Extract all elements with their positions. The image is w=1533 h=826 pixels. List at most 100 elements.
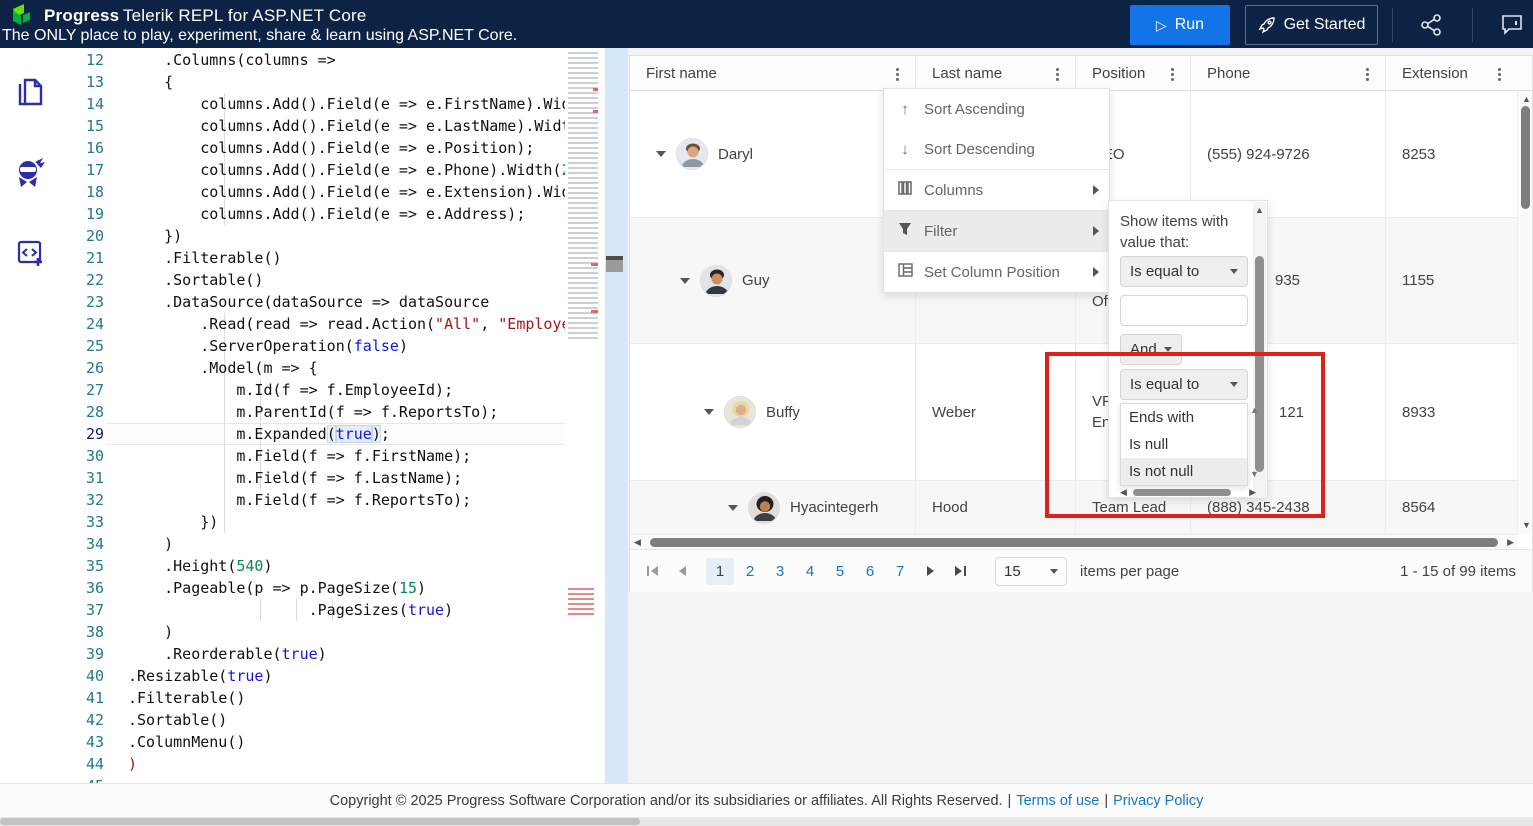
filter-operator2-dropdown[interactable]: Is equal to [1120,369,1248,400]
column-menu-icon[interactable] [1048,64,1066,84]
header-divider-2 [1472,8,1473,42]
menu-item-sort-ascending[interactable]: ↑ Sort Ascending [884,89,1109,129]
page-button-2[interactable]: 2 [736,558,764,585]
column-menu-icon[interactable] [1163,64,1181,84]
filter-value-input[interactable] [1120,295,1248,326]
privacy-policy-link[interactable]: Privacy Policy [1113,793,1203,809]
column-menu-icon[interactable] [1358,64,1376,84]
page-horizontal-scrollbar[interactable] [0,817,1533,826]
column-menu-icon[interactable] [1490,64,1508,84]
page-button-3[interactable]: 3 [766,558,794,585]
submenu-arrow-icon [1093,226,1099,236]
collapse-arrow-icon[interactable] [704,409,714,415]
scroll-thumb[interactable] [0,818,640,825]
filter-popup-scrollbar[interactable]: ▲ [1253,202,1266,498]
list-scroll-down-icon[interactable]: ▼ [1250,469,1259,479]
page-button-1[interactable]: 1 [706,558,734,585]
scroll-up-icon[interactable]: ▲ [1522,95,1531,104]
page-button-5[interactable]: 5 [826,558,854,585]
collapse-arrow-icon[interactable] [680,277,690,284]
option-is-null[interactable]: Is null [1121,431,1247,458]
line-number: 22 [85,271,104,289]
page-button-6[interactable]: 6 [856,558,884,585]
line-number: 32 [85,491,104,509]
code-line: .Filterable() [128,249,282,267]
filter-logic-dropdown[interactable]: And [1120,334,1182,365]
scroll-right-icon[interactable]: ▶ [1507,538,1514,547]
menu-item-filter[interactable]: Filter [884,211,1109,251]
editor-minimap[interactable] [565,48,605,783]
code-line: m.ParentId(f => f.ReportsTo); [128,403,499,421]
scroll-left-icon[interactable]: ◀ [1120,488,1127,497]
grid-vertical-scrollbar[interactable]: ▲ ▼ [1517,91,1532,534]
first-page-icon[interactable] [642,561,662,581]
line-numbers-gutter: 12 13 14 15 16 17 18 19 20 21 22 23 24 25 26 27 28 29 30 31… [60,49,106,783]
app-root: Progress Telerik REPL for ASP.NET Core T… [0,0,1533,826]
line-number: 25 [85,337,104,355]
terms-of-use-link[interactable]: Terms of use [1016,793,1099,809]
option-ends-with[interactable]: Ends with [1121,404,1247,431]
code-line: .Read(read => read.Action("All", "Employ… [128,315,565,333]
column-header-last-name[interactable]: Last name [916,56,1076,91]
code-line: columns.Add().Field(e => e.FirstName).Wi… [128,95,565,113]
line-number: 28 [85,403,104,421]
page-button-4[interactable]: 4 [796,558,824,585]
progress-logo-icon[interactable] [10,4,36,28]
column-header-position[interactable]: Position [1076,56,1191,91]
code-editor[interactable]: 12 13 14 15 16 17 18 19 20 21 22 23 24 25 26 27 28 29 30 31… [60,48,565,783]
run-button[interactable]: ▷ Run [1130,5,1230,45]
line-number: 27 [85,381,104,399]
first-name-cell: Guy [742,272,770,289]
extension-cell: 8253 [1402,145,1436,163]
chevron-down-icon [1230,269,1238,274]
copy-snippet-icon[interactable] [14,76,46,110]
scroll-thumb[interactable] [1255,256,1264,472]
list-scroll-up-icon[interactable]: ▲ [1250,405,1259,415]
column-header-first-name[interactable]: First name [630,56,916,91]
prev-page-icon[interactable] [672,561,692,581]
extension-cell: 8933 [1402,403,1436,421]
ninja-icon[interactable] [14,156,46,190]
scroll-left-icon[interactable]: ◀ [634,538,641,547]
table-row[interactable]: Hyacintegerh Hood Team Lead (888) 345-24… [630,481,1518,534]
horizontal-scroll-thumb[interactable] [650,538,1498,547]
grid-horizontal-scrollbar[interactable]: ◀ ▶ [630,534,1518,549]
menu-item-columns[interactable]: Columns [884,170,1109,210]
line-number: 17 [85,161,104,179]
page-size-select[interactable]: 15 [995,557,1067,586]
share-icon[interactable] [1418,12,1444,38]
collapse-arrow-icon[interactable] [728,504,738,511]
menu-item-sort-descending[interactable]: ↓ Sort Descending [884,129,1109,169]
get-started-button[interactable]: Get Started [1245,5,1378,45]
filter-operator-dropdown[interactable]: Is equal to [1120,256,1248,287]
line-number: 14 [85,95,104,113]
code-line: m.Field(f => f.LastName); [128,469,463,487]
line-number: 26 [85,359,104,377]
last-page-icon[interactable] [950,561,970,581]
code-line: .Sortable() [128,271,264,289]
scroll-right-icon[interactable]: ▶ [1249,488,1256,497]
new-snippet-icon[interactable] [14,236,46,270]
column-menu-icon[interactable] [888,64,906,84]
vertical-scroll-thumb[interactable] [1521,106,1530,209]
page-button-7[interactable]: 7 [886,558,914,585]
feedback-icon[interactable] [1500,12,1526,38]
scroll-thumb[interactable] [1133,489,1231,496]
option-is-not-null[interactable]: Is not null [1121,458,1247,485]
grid-header-row: First name Last name Position Phone Exte… [630,56,1532,91]
code-line: ) [128,623,174,641]
scroll-up-icon[interactable]: ▲ [1255,206,1264,215]
tagline: The ONLY place to play, experiment, shar… [2,27,518,44]
column-header-extension[interactable]: Extension [1386,56,1518,91]
scroll-down-icon[interactable]: ▼ [1522,521,1531,530]
menu-item-set-column-position[interactable]: Set Column Position [884,252,1109,292]
code-line: ) [128,535,174,553]
column-header-phone[interactable]: Phone [1191,56,1386,91]
splitter-handle[interactable] [606,256,623,272]
collapse-arrow-icon[interactable] [656,151,666,157]
filter-icon [896,222,914,240]
pane-splitter[interactable] [605,48,628,783]
next-page-icon[interactable] [920,561,940,581]
table-row[interactable]: Buffy Weber VP, Engineering 121 8933 [630,344,1518,481]
list-horizontal-scrollbar[interactable]: ◀ ▶ [1120,487,1256,498]
